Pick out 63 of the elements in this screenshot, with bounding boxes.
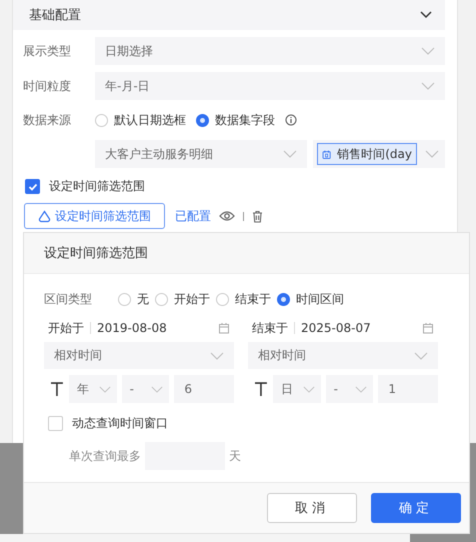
radio-option[interactable]: 无 <box>118 290 149 308</box>
radio-option[interactable]: 默认日期选框 <box>95 112 186 128</box>
radio-button[interactable] <box>216 292 229 306</box>
select-field[interactable]: 年-月-日 <box>95 72 445 100</box>
radio-option[interactable]: 开始于 <box>155 290 210 308</box>
select-field[interactable]: 相对时间 <box>248 342 438 369</box>
trash-icon[interactable] <box>252 210 263 222</box>
select-field[interactable]: 日 <box>272 375 321 403</box>
chevron-icon <box>355 386 368 392</box>
calendar-icon <box>422 322 434 334</box>
date-field[interactable]: 结束于 2025-08-07 <box>248 316 438 340</box>
field-label: 时间粒度 <box>23 78 72 94</box>
select-field[interactable]: 日期选择 <box>95 37 445 65</box>
field-label: 数据来源 <box>23 112 72 128</box>
calendar-icon <box>322 148 332 160</box>
checkbox-option[interactable]: 动态查询时间窗口 <box>44 415 449 432</box>
field-label: 展示类型 <box>23 42 72 60</box>
chevron-icon <box>210 352 224 360</box>
section-title: 基础配置 <box>29 7 81 24</box>
unit-label: 天 <box>229 448 241 464</box>
select-field[interactable]: 相对时间 <box>44 342 234 369</box>
confirm-button[interactable]: 确定 <box>371 493 461 523</box>
chevron-icon <box>283 150 297 158</box>
radio-button[interactable] <box>155 292 168 306</box>
chevron-icon <box>151 386 164 392</box>
configured-link[interactable]: 已配置 <box>175 208 211 224</box>
section-header[interactable]: 基础配置 <box>13 0 445 30</box>
date-field[interactable]: 开始于 2019-08-08 <box>44 316 234 340</box>
select-field[interactable]: 年 <box>68 375 117 403</box>
checkbox-option[interactable]: 设定时间筛选范围 <box>13 178 445 195</box>
set-range-button[interactable]: 设定时间筛选范围 <box>24 203 165 229</box>
radio-button[interactable] <box>196 114 209 126</box>
checkbox[interactable] <box>25 179 40 194</box>
radio-button[interactable] <box>95 114 108 126</box>
radio-option[interactable]: 数据集字段 <box>196 112 275 128</box>
chevron-icon <box>425 150 439 158</box>
info-icon[interactable] <box>285 114 297 126</box>
dialog-title: 设定时间筛选范围 <box>44 245 148 262</box>
chevron-icon <box>414 352 428 360</box>
field-label: 单次查询最多 <box>69 448 141 464</box>
field-select[interactable]: 销售时间(day <box>313 140 445 168</box>
radio-button[interactable] <box>118 292 131 306</box>
text-icon <box>254 381 268 397</box>
chevron-icon <box>98 386 111 392</box>
text-icon <box>50 381 64 397</box>
calendar-icon <box>218 322 230 334</box>
chevron-icon <box>302 386 315 392</box>
field-chip[interactable]: 销售时间(day <box>317 143 417 165</box>
number-field[interactable]: 1 <box>378 375 438 403</box>
radio-option[interactable]: 时间区间 <box>277 290 344 308</box>
field-label: 区间类型 <box>44 290 93 308</box>
radio-button[interactable] <box>277 292 290 306</box>
select-field[interactable]: - <box>122 375 170 403</box>
checkbox[interactable] <box>48 416 63 431</box>
chevron-icon <box>421 82 435 90</box>
select-field[interactable]: 大客户主动服务明细 <box>95 140 307 168</box>
select-field[interactable]: - <box>326 375 374 403</box>
cancel-button[interactable]: 取消 <box>267 493 357 523</box>
number-field[interactable]: 6 <box>174 375 234 403</box>
chevron-icon <box>421 47 435 55</box>
radio-option[interactable]: 结束于 <box>216 290 271 308</box>
chevron-icon[interactable] <box>419 10 433 20</box>
eye-icon[interactable] <box>219 210 235 222</box>
